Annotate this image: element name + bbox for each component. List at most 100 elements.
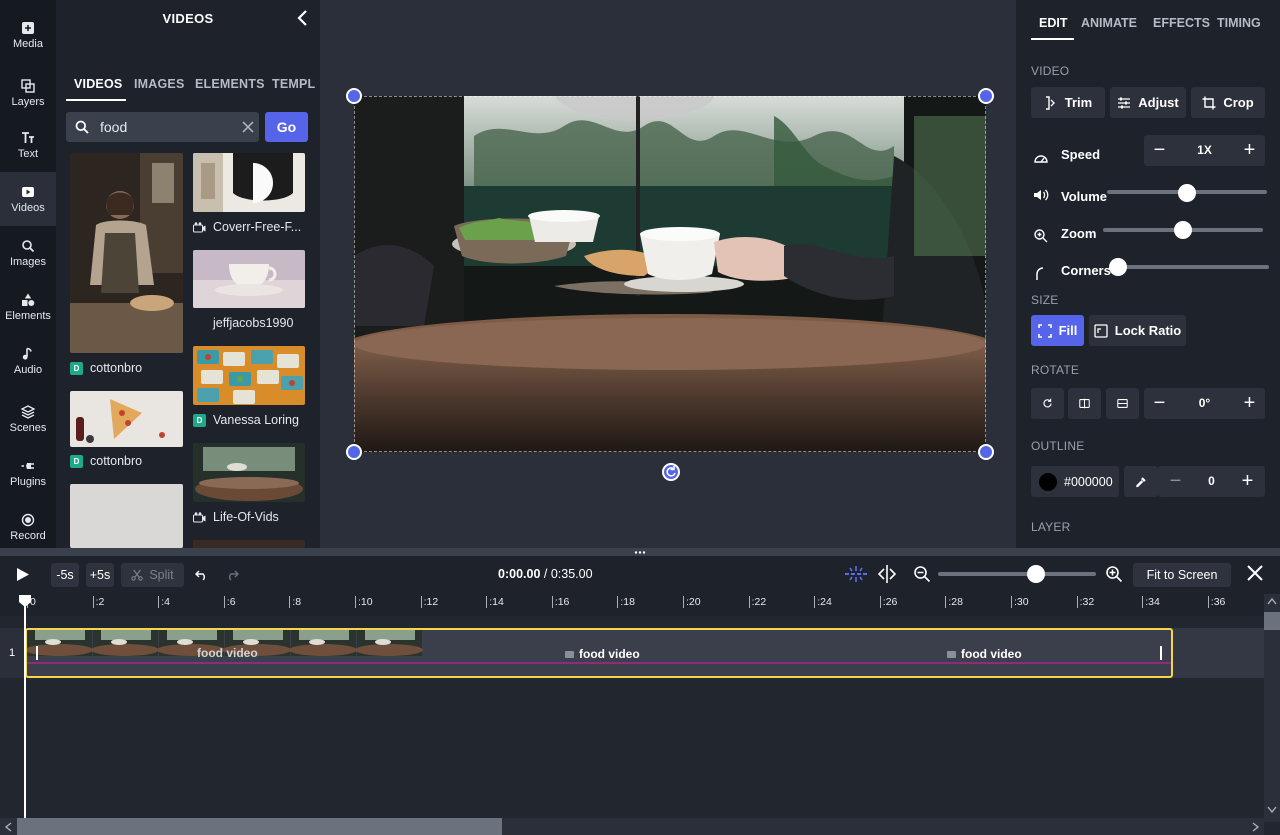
video-thumbnail[interactable] [193, 153, 305, 212]
rotate-button[interactable] [1031, 388, 1064, 419]
rotate-increase-button[interactable]: + [1234, 388, 1265, 419]
video-thumbnail[interactable] [193, 443, 305, 502]
chevron-left-icon[interactable] [296, 9, 310, 27]
speed-decrease-button[interactable]: − [1144, 135, 1175, 166]
resize-handle-bottom-right[interactable] [978, 444, 994, 460]
plug-icon [21, 462, 34, 469]
flip-horizontal-button[interactable] [1068, 388, 1101, 419]
rotate-decrease-button[interactable]: − [1144, 388, 1175, 419]
ruler-tick-label: :12 [420, 596, 438, 608]
scroll-left-icon[interactable] [4, 822, 12, 832]
corners-slider[interactable] [1109, 265, 1269, 269]
playhead-handle-icon[interactable] [18, 594, 32, 608]
resize-handle-bottom-left[interactable] [346, 444, 362, 460]
video-thumbnail[interactable] [193, 540, 305, 548]
video-thumbnail[interactable] [193, 346, 305, 405]
video-thumbnail[interactable] [70, 484, 183, 548]
lock-ratio-button[interactable]: Lock Ratio [1089, 315, 1186, 346]
volume-slider-thumb[interactable] [1178, 184, 1196, 202]
adjust-button[interactable]: Adjust [1110, 87, 1186, 118]
tab-elements[interactable]: ELEMENTS [195, 77, 265, 91]
speedometer-icon [1034, 155, 1048, 163]
outline-color-button[interactable]: #000000 [1031, 466, 1119, 497]
resize-handle-top-left[interactable] [346, 88, 362, 104]
zoom-in-icon[interactable] [1105, 565, 1123, 583]
library-panel: VIDEOS VIDEOS IMAGES ELEMENTS TEMPL Go [56, 0, 320, 548]
properties-panel: EDIT ANIMATE EFFECTS TIMING VIDEO Trim A… [1016, 0, 1280, 548]
tab-timing[interactable]: TIMING [1217, 16, 1261, 30]
redo-icon[interactable] [226, 569, 239, 581]
play-icon[interactable] [16, 567, 30, 582]
video-thumbnail[interactable] [70, 153, 183, 353]
close-icon[interactable] [1246, 564, 1264, 582]
rotate-value: 0° [1198, 396, 1211, 410]
video-segment-icon [565, 650, 574, 658]
ruler-tick-label: :4 [158, 596, 170, 608]
rail-item-videos[interactable]: Videos [0, 172, 56, 226]
video-preview[interactable] [354, 96, 986, 452]
ruler-tick-label: :26 [879, 596, 897, 608]
eyedropper-button[interactable] [1124, 466, 1158, 497]
result-label: Life-Of-Vids [193, 510, 279, 524]
video-clip[interactable]: food video food video food video [25, 628, 1173, 678]
speed-increase-button[interactable]: + [1234, 135, 1265, 166]
tab-effects[interactable]: EFFECTS [1153, 16, 1210, 30]
timecode: 0:00.00 / 0:35.00 [498, 567, 593, 581]
layers-icon [21, 78, 35, 93]
crop-button[interactable]: Crop [1191, 87, 1265, 118]
rail-item-scenes[interactable]: Scenes [0, 392, 56, 446]
zoom-out-icon[interactable] [913, 565, 931, 583]
horizontal-scroll-thumb[interactable] [17, 818, 502, 835]
ruler-tick-label: :14 [486, 596, 504, 608]
scroll-down-icon[interactable] [1267, 806, 1277, 814]
split-view-icon[interactable] [876, 564, 898, 584]
scroll-right-icon[interactable] [1252, 822, 1260, 832]
flip-vertical-button[interactable] [1106, 388, 1139, 419]
rail-item-images[interactable]: Images [0, 226, 56, 280]
outline-increase-button[interactable]: + [1232, 466, 1263, 497]
undo-icon[interactable] [195, 569, 208, 581]
rail-item-media[interactable]: Media [0, 8, 56, 62]
playhead[interactable] [24, 596, 26, 835]
timeline-zoom-slider[interactable] [938, 572, 1096, 576]
rail-item-elements[interactable]: Elements [0, 280, 56, 334]
video-thumbnail[interactable] [193, 250, 305, 308]
camera-icon [193, 221, 206, 232]
tab-videos[interactable]: VIDEOS [74, 77, 122, 91]
shapes-icon [22, 293, 35, 306]
clip-trim-start-handle[interactable] [36, 646, 38, 660]
snap-icon[interactable] [844, 565, 868, 583]
search-input[interactable] [100, 117, 240, 137]
rail-item-layers[interactable]: Layers [0, 66, 56, 120]
rotate-handle[interactable] [662, 463, 680, 481]
split-button[interactable]: Split [121, 563, 184, 587]
tab-edit[interactable]: EDIT [1039, 16, 1067, 30]
result-label: D Vanessa Loring [193, 413, 299, 427]
video-thumbnail[interactable] [70, 391, 183, 447]
outline-decrease-button[interactable]: − [1160, 466, 1191, 497]
resize-handle-top-right[interactable] [978, 88, 994, 104]
library-tabs: VIDEOS IMAGES ELEMENTS TEMPL [56, 77, 320, 101]
vertical-scroll-thumb[interactable] [1264, 612, 1280, 630]
back-5s-button[interactable]: -5s [51, 563, 79, 587]
tab-images[interactable]: IMAGES [134, 77, 185, 91]
zoom-label: Zoom [1061, 226, 1097, 241]
corners-slider-thumb[interactable] [1109, 258, 1127, 276]
search-go-button[interactable]: Go [265, 112, 308, 142]
tab-animate[interactable]: ANIMATE [1081, 16, 1137, 30]
zoom-slider-thumb[interactable] [1174, 221, 1192, 239]
rail-item-record[interactable]: Record [0, 500, 56, 554]
rail-item-plugins[interactable]: Plugins [0, 446, 56, 500]
tab-templates[interactable]: TEMPL [272, 77, 315, 91]
clip-trim-end-handle[interactable] [1160, 646, 1162, 660]
rail-item-text[interactable]: Text [0, 118, 56, 172]
rail-item-audio[interactable]: Audio [0, 334, 56, 388]
fit-to-screen-button[interactable]: Fit to Screen [1133, 563, 1231, 587]
fill-button[interactable]: Fill [1031, 315, 1084, 346]
timeline-zoom-thumb[interactable] [1026, 565, 1045, 583]
clear-icon[interactable] [242, 121, 254, 133]
forward-5s-button[interactable]: +5s [86, 563, 114, 587]
scroll-up-icon[interactable] [1267, 597, 1277, 605]
trim-button[interactable]: Trim [1031, 87, 1105, 118]
timeline-ruler[interactable]: 0:2:4:6:8:10:12:14:16:18:20:22:24:26:28:… [0, 594, 1264, 616]
